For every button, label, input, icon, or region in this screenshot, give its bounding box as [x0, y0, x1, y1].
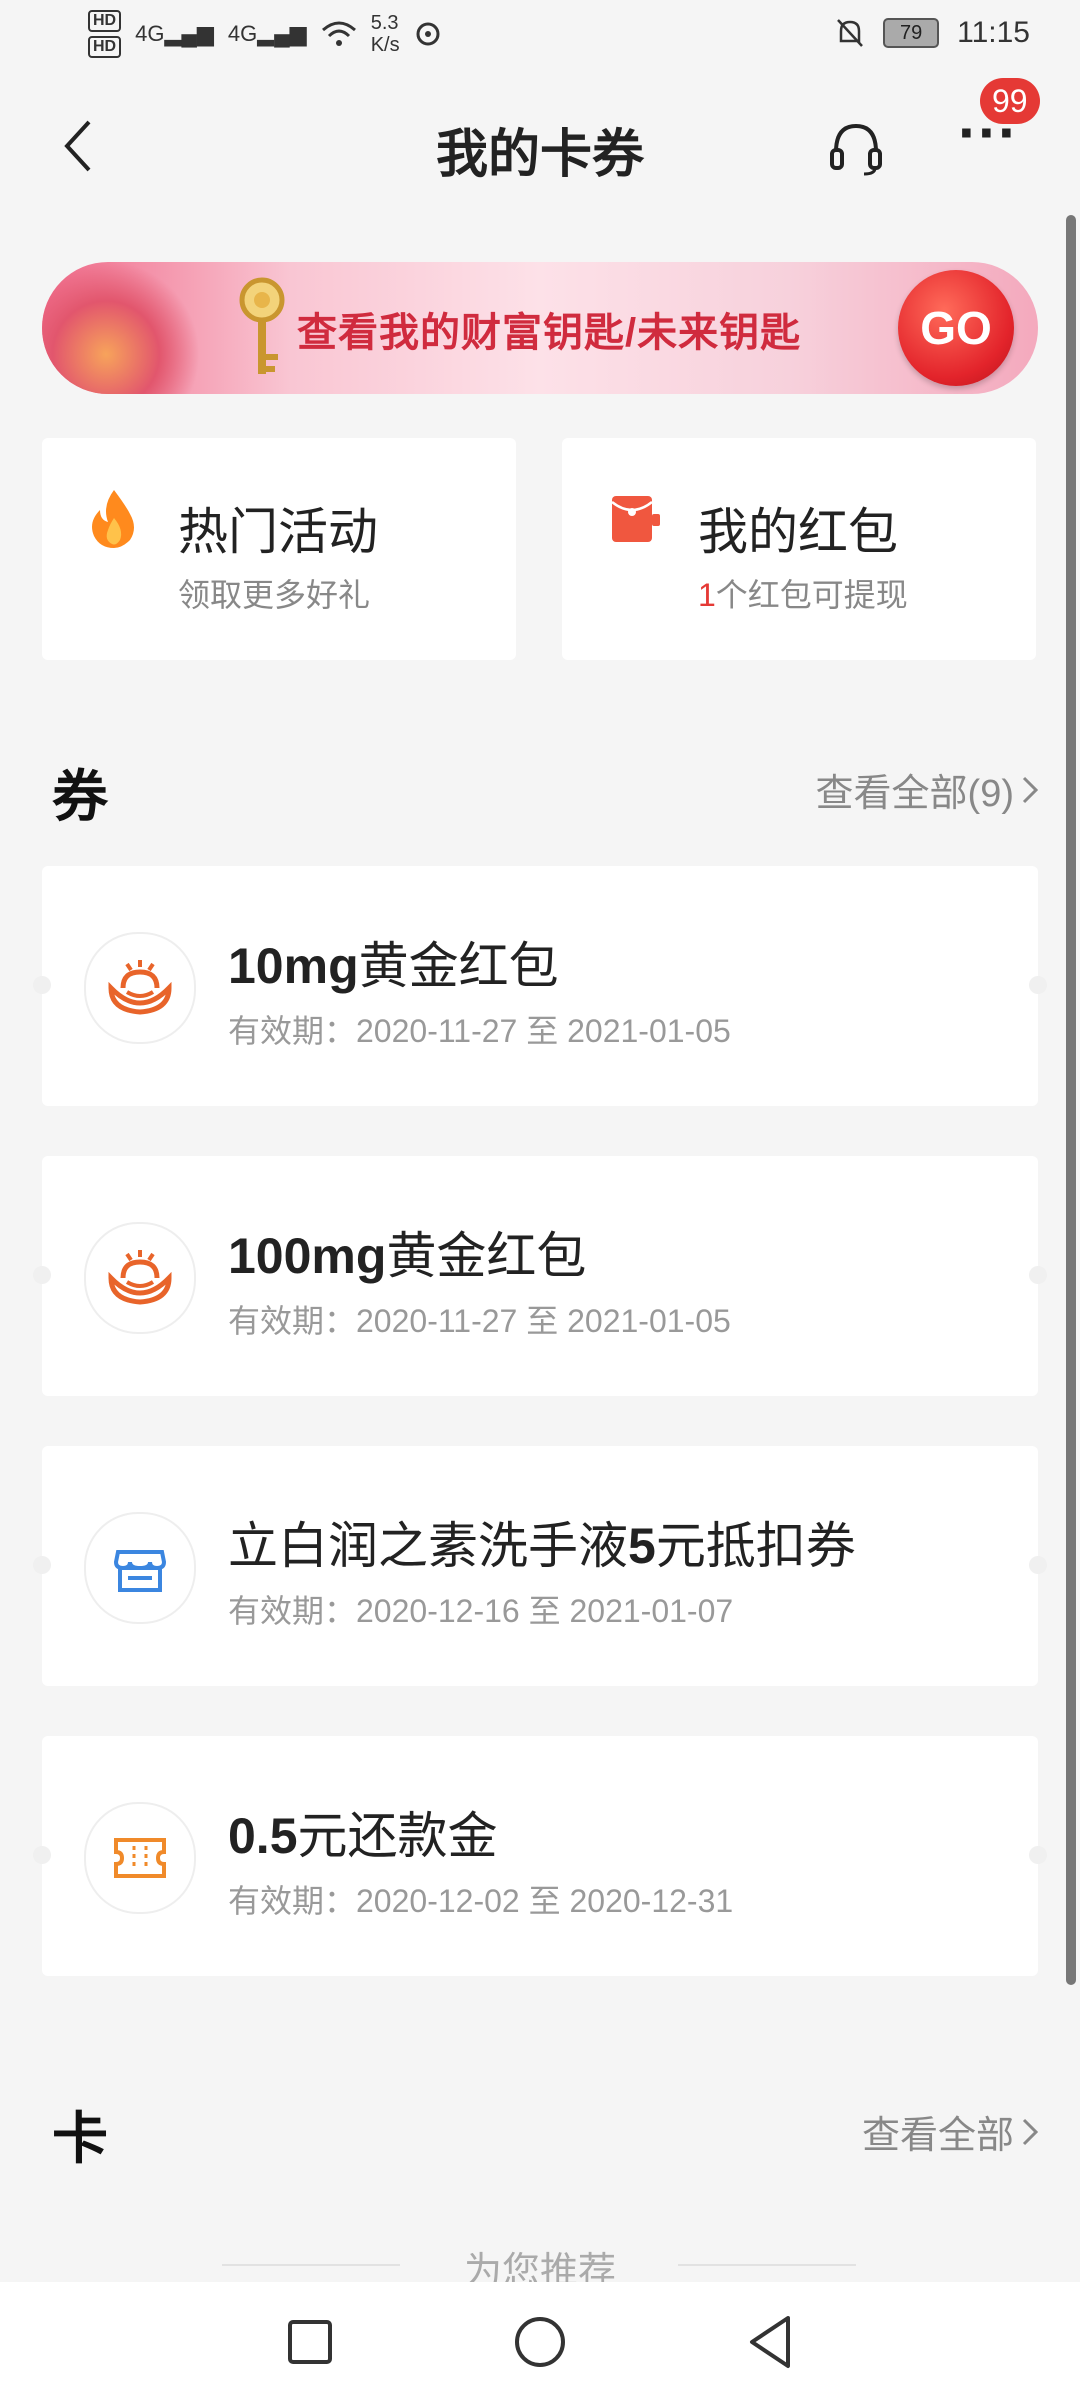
chevron-right-icon: [1022, 2118, 1038, 2145]
customer-service-button[interactable]: [826, 118, 886, 178]
coupon-validity: 有效期：2020-12-16 至 2021-01-07: [228, 1593, 734, 1629]
hd-indicator: HD HD: [88, 10, 122, 58]
key-icon: [239, 277, 285, 374]
coupon-card[interactable]: 10mg黄金红包 有效期：2020-11-27 至 2021-01-05: [33, 866, 1047, 1106]
coupon-validity: 有效期：2020-11-27 至 2021-01-05: [228, 1013, 731, 1049]
cards-view-all-link[interactable]: 查看全部: [862, 2104, 1038, 2159]
home-icon[interactable]: [510, 2312, 570, 2372]
network-speed: 5.3 K/s: [370, 12, 400, 56]
coupons-view-all-link[interactable]: 查看全部(9): [816, 762, 1038, 817]
coupon-name: 100mg黄金红包: [228, 1228, 587, 1284]
banner-text: 查看我的财富钥匙/未来钥匙: [297, 311, 802, 355]
recommend-divider: 为您推荐: [0, 2240, 1080, 2293]
scrollbar[interactable]: [1066, 215, 1076, 1985]
app-header: 我的卡券 ··· 99: [0, 78, 1080, 220]
wealth-key-banner[interactable]: 查看我的财富钥匙/未来钥匙 GO: [42, 262, 1038, 394]
sync-icon: [416, 22, 440, 46]
back-nav-icon[interactable]: [740, 2312, 800, 2372]
wifi-icon: [321, 21, 356, 46]
banner-decoration: [42, 262, 202, 394]
coupon-name: 0.5元还款金: [228, 1808, 498, 1864]
coupons-section-title: 券: [52, 765, 108, 828]
tile-sub: 领取更多好礼: [178, 577, 371, 613]
gold-ingot-icon: [84, 932, 196, 1044]
coupon-validity: 有效期：2020-11-27 至 2021-01-05: [228, 1303, 731, 1339]
coupon-card[interactable]: 0.5元还款金 有效期：2020-12-02 至 2020-12-31: [33, 1736, 1047, 1976]
status-bar: HD HD 4G▂▄▆ 4G▂▄▆ 5.3 K/s 79 11:15: [0, 0, 1080, 80]
store-icon: [84, 1512, 196, 1624]
page-title: 我的卡券: [435, 126, 644, 184]
mute-bell-icon: [837, 19, 864, 47]
headset-icon: [830, 123, 882, 176]
notification-badge: 99: [980, 78, 1040, 124]
coupon-name: 立白润之素洗手液5元抵扣券: [228, 1518, 856, 1574]
my-red-packets-tile[interactable]: 我的红包 1个红包可提现: [562, 438, 1036, 660]
tile-sub: 1个红包可提现: [698, 577, 908, 613]
gold-ingot-icon: [84, 1222, 196, 1334]
coupon-card[interactable]: 立白润之素洗手液5元抵扣券 有效期：2020-12-16 至 2021-01-0…: [33, 1446, 1047, 1686]
coupon-name: 10mg黄金红包: [228, 938, 559, 994]
tile-label: 热门活动: [178, 504, 378, 560]
tile-label: 我的红包: [698, 504, 898, 560]
hot-activities-tile[interactable]: 热门活动 领取更多好礼: [42, 438, 516, 660]
coupon-card[interactable]: 100mg黄金红包 有效期：2020-11-27 至 2021-01-05: [33, 1156, 1047, 1396]
signal-1-icon: 4G▂▄▆: [135, 21, 214, 46]
red-packet-icon: [611, 496, 660, 542]
go-button[interactable]: GO: [898, 270, 1014, 386]
ticket-icon: [84, 1802, 196, 1914]
signal-2-icon: 4G▂▄▆: [227, 21, 307, 46]
flame-icon: [92, 490, 134, 548]
cards-section-title: 卡: [52, 2107, 108, 2170]
clock: 11:15: [957, 16, 1030, 49]
battery-icon: 79: [883, 18, 940, 48]
coupon-validity: 有效期：2020-12-02 至 2020-12-31: [228, 1883, 734, 1919]
chevron-right-icon: [1022, 776, 1038, 803]
recent-apps-icon[interactable]: [280, 2312, 340, 2372]
system-nav-bar: [0, 2282, 1080, 2400]
